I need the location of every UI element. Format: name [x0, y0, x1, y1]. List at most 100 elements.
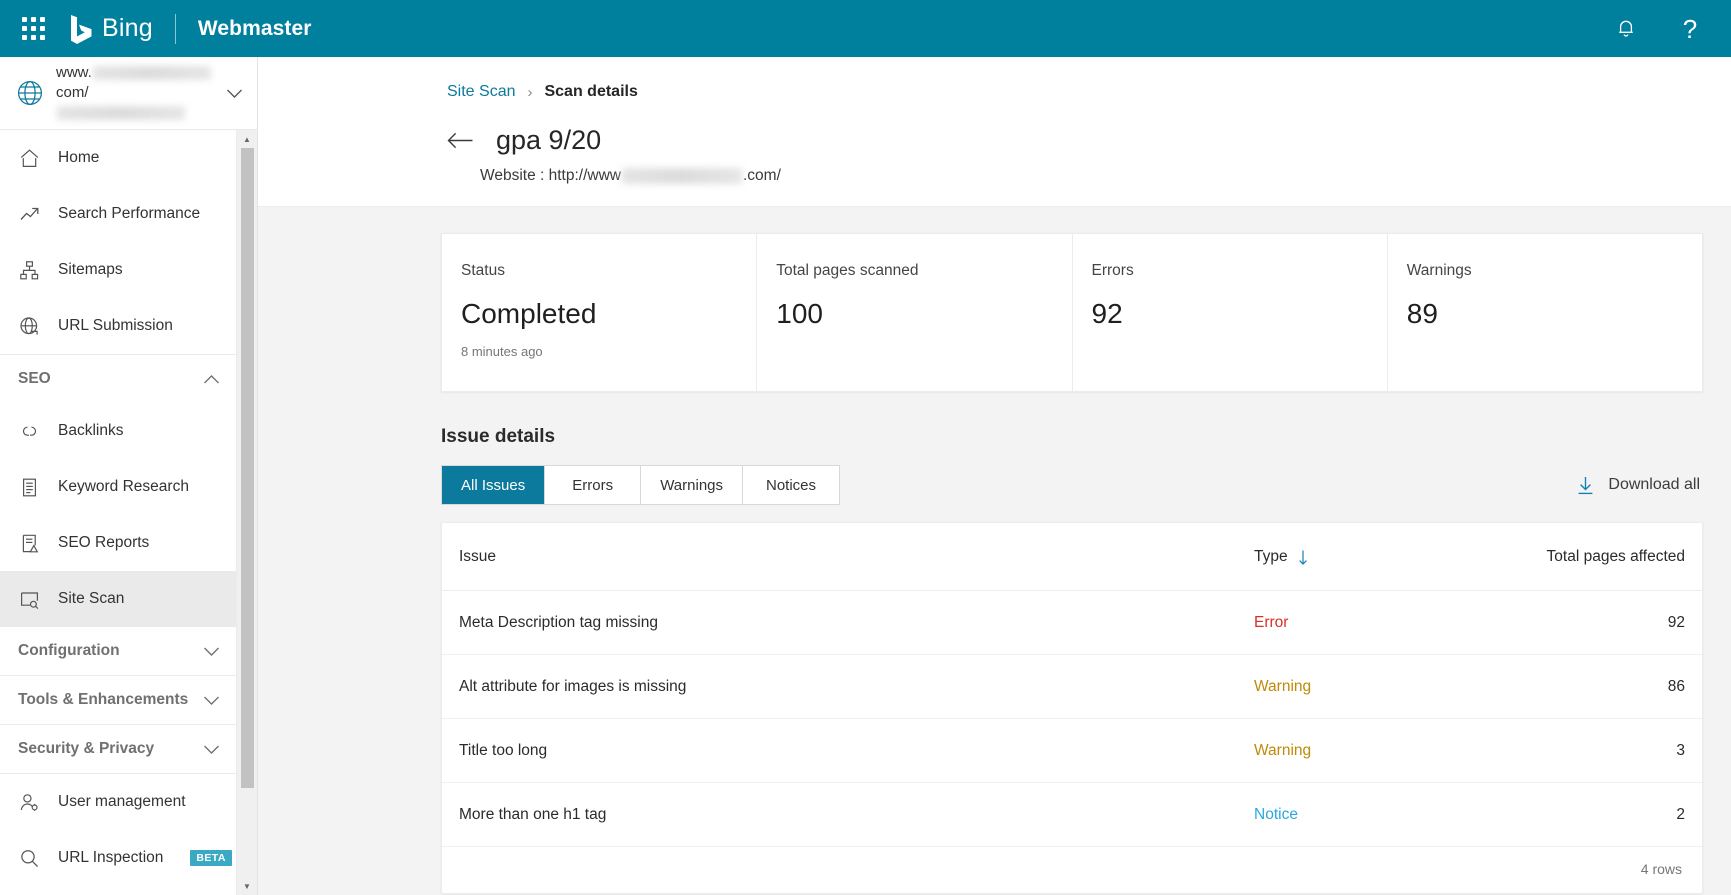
column-header-issue[interactable]: Issue	[442, 523, 1254, 591]
link-chain-icon	[18, 420, 40, 442]
document-list-icon	[18, 476, 40, 498]
breadcrumb-link-site-scan[interactable]: Site Scan	[447, 83, 515, 101]
issue-details-heading: Issue details	[441, 426, 556, 447]
website-tld: .com/	[742, 167, 781, 184]
card-warnings: Warnings 89	[1388, 234, 1702, 391]
download-icon	[1578, 476, 1593, 494]
sidebar-group-label: Tools & Enhancements	[18, 691, 189, 708]
download-all-button[interactable]: Download all	[1573, 470, 1703, 501]
sidebar-group-label: Security & Privacy	[18, 740, 155, 757]
table-row[interactable]: Title too long Warning 3	[442, 718, 1702, 783]
card-label: Warnings	[1406, 262, 1472, 279]
chevron-up-icon	[204, 374, 219, 383]
website-label: Website : http://www	[480, 167, 621, 184]
page-header: Site Scan › Scan details gpa 9/20 Websit…	[258, 57, 1731, 207]
scan-search-icon	[18, 588, 40, 610]
sidebar-item-label: Search Performance	[58, 205, 201, 222]
sidebar-item-keyword-research[interactable]: Keyword Research	[0, 459, 236, 515]
sidebar-item-url-submission[interactable]: URL Submission	[0, 298, 236, 354]
sidebar-scrollbar[interactable]: ▲ ▼	[236, 130, 257, 895]
sidebar-item-label: URL Inspection	[58, 849, 164, 866]
product-title: Webmaster	[197, 16, 312, 40]
column-header-type[interactable]: Type	[1254, 523, 1506, 591]
header-actions: ?	[1611, 14, 1705, 44]
cell-issue[interactable]: More than one h1 tag	[442, 782, 1254, 847]
trending-up-icon	[18, 203, 40, 225]
sidebar-group-security-privacy[interactable]: Security & Privacy	[0, 725, 236, 773]
cell-type: Warning	[1254, 654, 1506, 719]
card-value: 100	[776, 298, 823, 329]
cell-pages-affected: 3	[1506, 718, 1702, 783]
arrow-down-icon	[1298, 550, 1307, 565]
column-header-type-label: Type	[1254, 548, 1288, 565]
user-settings-icon	[18, 791, 40, 813]
cell-pages-affected: 2	[1506, 782, 1702, 847]
sidebar-scroll-area: Home Search Performance Sitemaps URL Sub…	[0, 130, 257, 895]
sidebar-item-seo-reports[interactable]: SEO Reports	[0, 515, 236, 571]
bing-logo[interactable]: Bing	[70, 14, 153, 44]
app-launcher-icon[interactable]	[14, 10, 52, 48]
scrollbar-down-arrow[interactable]: ▼	[236, 877, 257, 895]
cell-pages-affected: 86	[1506, 654, 1702, 719]
home-icon	[18, 147, 40, 169]
column-header-total-pages-affected[interactable]: Total pages affected	[1506, 523, 1702, 591]
cell-issue[interactable]: Title too long	[442, 718, 1254, 783]
tab-label: Warnings	[660, 476, 724, 494]
breadcrumb-separator-icon: ›	[527, 83, 533, 101]
scan-details-body: Status Completed 8 minutes ago Total pag…	[258, 207, 1731, 895]
sidebar-group-tools-enhancements[interactable]: Tools & Enhancements	[0, 676, 236, 724]
sidebar-item-search-performance[interactable]: Search Performance	[0, 186, 236, 242]
sidebar-item-label: Keyword Research	[58, 478, 189, 495]
sidebar-item-home[interactable]: Home	[0, 130, 236, 186]
table-row-count: 4 rows	[1640, 861, 1682, 877]
sidebar-item-site-scan[interactable]: Site Scan	[0, 571, 236, 627]
cell-issue[interactable]: Meta Description tag missing	[442, 590, 1254, 655]
sidebar-item-url-inspection[interactable]: URL Inspection BETA	[0, 830, 236, 886]
scrollbar-thumb[interactable]	[240, 148, 254, 788]
issues-table-container: Issue Type Total pages affected Meta Des…	[441, 522, 1703, 894]
sidebar-item-label: User management	[58, 793, 186, 810]
help-question-icon[interactable]: ?	[1675, 14, 1705, 44]
table-header-row: Issue Type Total pages affected	[442, 523, 1702, 591]
notifications-bell-icon[interactable]	[1611, 14, 1641, 44]
issue-filter-row: All Issues Errors Warnings Notices Downl…	[441, 465, 1703, 505]
globe-upload-icon	[18, 315, 40, 337]
table-row[interactable]: Alt attribute for images is missing Warn…	[442, 654, 1702, 719]
summary-cards: Status Completed 8 minutes ago Total pag…	[441, 233, 1703, 392]
sidebar-item-label: SEO Reports	[58, 534, 150, 551]
table-row[interactable]: More than one h1 tag Notice 2	[442, 782, 1702, 847]
scrollbar-track[interactable]	[241, 788, 254, 877]
tab-label: All Issues	[461, 476, 526, 494]
cell-issue[interactable]: Alt attribute for images is missing	[442, 654, 1254, 719]
card-total-pages-scanned: Total pages scanned 100	[757, 234, 1073, 391]
sort-control-type[interactable]: Type	[1254, 548, 1309, 566]
sitemap-icon	[18, 259, 40, 281]
site-selector[interactable]: www. com/	[0, 57, 257, 130]
tab-notices[interactable]: Notices	[743, 466, 840, 504]
card-value: 92	[1091, 298, 1123, 329]
sidebar-group-seo[interactable]: SEO	[0, 355, 236, 403]
scrollbar-up-arrow[interactable]: ▲	[236, 130, 257, 148]
sidebar-item-backlinks[interactable]: Backlinks	[0, 403, 236, 459]
arrow-left-icon[interactable]	[447, 131, 474, 150]
table-row[interactable]: Meta Description tag missing Error 92	[442, 590, 1702, 655]
cell-type: Warning	[1254, 718, 1506, 783]
tab-label: Notices	[766, 476, 817, 494]
breadcrumb-current: Scan details	[544, 83, 638, 100]
download-all-label: Download all	[1608, 476, 1700, 493]
card-label: Errors	[1091, 262, 1134, 279]
cell-pages-affected: 92	[1506, 590, 1702, 655]
sidebar-item-sitemaps[interactable]: Sitemaps	[0, 242, 236, 298]
sidebar-item-label: Home	[58, 149, 100, 166]
tab-warnings[interactable]: Warnings	[641, 466, 744, 504]
tab-all-issues[interactable]: All Issues	[442, 466, 546, 504]
tab-errors[interactable]: Errors	[545, 466, 642, 504]
bing-b-icon	[71, 14, 92, 44]
main-content: Site Scan › Scan details gpa 9/20 Websit…	[258, 57, 1731, 895]
sidebar-item-label: Sitemaps	[58, 261, 123, 278]
cell-type: Error	[1254, 590, 1506, 655]
breadcrumb: Site Scan › Scan details	[258, 83, 1731, 101]
card-sub-timestamp: 8 minutes ago	[461, 344, 543, 359]
sidebar-item-user-management[interactable]: User management	[0, 774, 236, 830]
sidebar-group-configuration[interactable]: Configuration	[0, 627, 236, 675]
